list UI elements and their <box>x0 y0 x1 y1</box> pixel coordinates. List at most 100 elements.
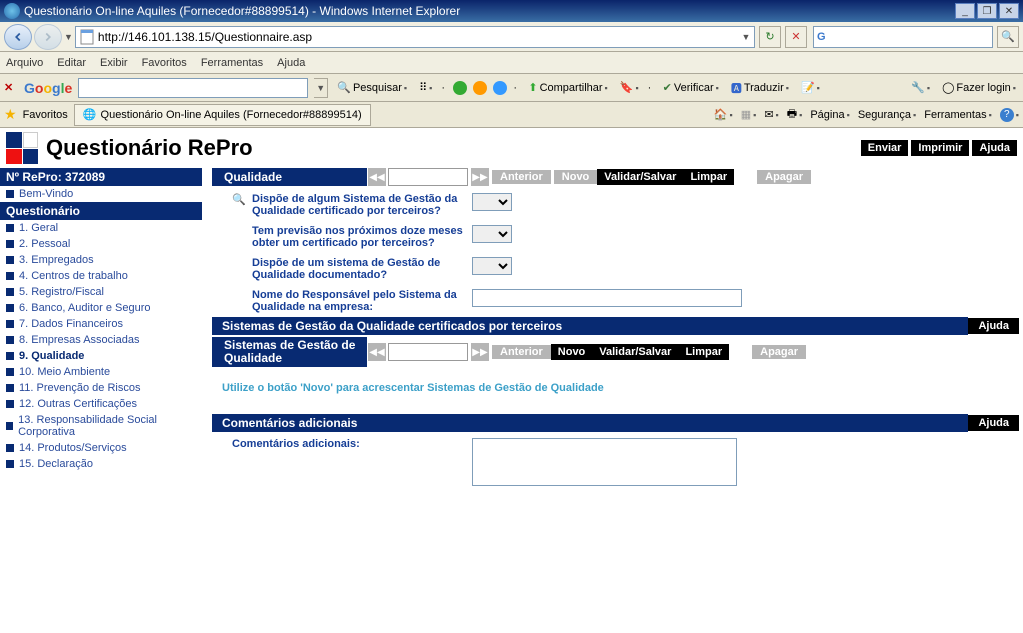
login-button[interactable]: ◯ Fazer login▪ <box>939 81 1019 94</box>
sidebar-item-10[interactable]: 10. Meio Ambiente <box>0 364 202 380</box>
sidebar-item-12[interactable]: 12. Outras Certificações <box>0 396 202 412</box>
sidebar-welcome[interactable]: Bem-Vindo <box>0 186 202 202</box>
home-button[interactable]: 🏠▪ <box>714 108 733 121</box>
sidebar-item-11[interactable]: 11. Prevenção de Riscos <box>0 380 202 396</box>
verify-button[interactable]: ✔Verificar▪ <box>660 81 722 94</box>
sgq-anterior-button[interactable]: Anterior <box>492 345 551 359</box>
sgq-novo-button[interactable]: Novo <box>551 344 593 360</box>
browser-tab[interactable]: 🌐 Questionário On-line Aquiles (Forneced… <box>74 104 371 126</box>
dot-orange-icon[interactable] <box>473 81 487 95</box>
certificados-ajuda-button[interactable]: Ajuda <box>968 318 1019 334</box>
share-button[interactable]: ⬆Compartilhar▪ <box>525 81 610 94</box>
translate-button[interactable]: 🅰Traduzir▪ <box>728 80 792 96</box>
favorites-bar: ★ Favoritos 🌐 Questionário On-line Aquil… <box>0 102 1023 128</box>
stop-button[interactable]: ✕ <box>785 26 807 48</box>
toolbar-more[interactable]: ⠿ ▪ <box>416 81 435 94</box>
help-menu[interactable]: ?▪ <box>1000 108 1019 122</box>
sidebar-section-label: Questionário <box>0 202 202 220</box>
send-button[interactable]: Enviar <box>861 140 909 156</box>
sidebar-item-5[interactable]: 5. Registro/Fiscal <box>0 284 202 300</box>
sidebar-item-1[interactable]: 1. Geral <box>0 220 202 236</box>
autofill-button[interactable]: 📝▪ <box>798 81 823 94</box>
sgq-limpar-button[interactable]: Limpar <box>678 344 729 360</box>
nav-toolbar: ▼ ▼ ↻ ✕ G 🔍 <box>0 22 1023 52</box>
comentarios-ajuda-button[interactable]: Ajuda <box>968 415 1019 431</box>
menu-exibir[interactable]: Exibir <box>100 57 128 69</box>
help-page-button[interactable]: Ajuda <box>972 140 1017 156</box>
forward-button[interactable] <box>34 24 62 50</box>
print-button[interactable]: 🖶▪ <box>787 105 803 124</box>
question-text: Dispõe de um sistema de Gestão de Qualid… <box>252 257 472 281</box>
wrench-button[interactable]: 🔧▪ <box>908 81 933 94</box>
google-search-input[interactable] <box>78 78 308 98</box>
sidebar-item-9[interactable]: 9. Qualidade <box>0 348 202 364</box>
sidebar-item-7[interactable]: 7. Dados Financeiros <box>0 316 202 332</box>
sgq-validar-button[interactable]: Validar/Salvar <box>592 344 678 360</box>
mail-button[interactable]: ✉▪ <box>764 108 778 121</box>
first-record-button[interactable]: ◀◀ <box>368 168 386 186</box>
favorites-label[interactable]: Favoritos <box>23 109 68 121</box>
refresh-button[interactable]: ↻ <box>759 26 781 48</box>
dot-blue-icon[interactable] <box>493 81 507 95</box>
sidebar-item-2[interactable]: 2. Pessoal <box>0 236 202 252</box>
record-nav-input[interactable] <box>388 168 468 186</box>
dot-green-icon[interactable] <box>453 81 467 95</box>
menu-editar[interactable]: Editar <box>57 57 86 69</box>
sidebar-item-13[interactable]: 13. Responsabilidade Social Corporativa <box>0 412 202 440</box>
address-dropdown[interactable]: ▼ <box>738 32 754 42</box>
sidebar-item-8[interactable]: 8. Empresas Associadas <box>0 332 202 348</box>
tools-menu[interactable]: Ferramentas▪ <box>924 109 992 121</box>
sgq-title: Sistemas de Gestão de Qualidade <box>212 337 367 367</box>
search-go-button[interactable]: 🔍 <box>997 26 1019 48</box>
last-record-button[interactable]: ▶▶ <box>471 168 489 186</box>
page-menu[interactable]: Página▪ <box>810 109 849 121</box>
close-button[interactable]: ✕ <box>999 3 1019 19</box>
browser-search-input[interactable] <box>829 30 992 44</box>
apagar-button[interactable]: Apagar <box>757 170 811 184</box>
sgq-first-button[interactable]: ◀◀ <box>368 343 386 361</box>
feeds-button[interactable]: ▦▪ <box>741 108 757 121</box>
sidebar-item-3[interactable]: 3. Empregados <box>0 252 202 268</box>
toolbar-close[interactable]: ✕ <box>4 81 18 94</box>
limpar-button[interactable]: Limpar <box>683 169 734 185</box>
menu-ajuda[interactable]: Ajuda <box>277 57 305 69</box>
sidebar-item-6[interactable]: 6. Banco, Auditor e Seguro <box>0 300 202 316</box>
comentarios-textarea[interactable] <box>472 438 737 486</box>
security-menu[interactable]: Segurança▪ <box>858 109 916 121</box>
menu-ferramentas[interactable]: Ferramentas <box>201 57 263 69</box>
sgq-record-input[interactable] <box>388 343 468 361</box>
address-input[interactable] <box>98 27 738 47</box>
restore-button[interactable]: ❐ <box>977 3 997 19</box>
sgq-apagar-button[interactable]: Apagar <box>752 345 806 359</box>
question-select-3[interactable] <box>472 257 512 275</box>
google-search-dropdown[interactable]: ▼ <box>314 78 328 98</box>
menu-favoritos[interactable]: Favoritos <box>142 57 187 69</box>
favorites-star-icon[interactable]: ★ <box>4 106 17 123</box>
minimize-button[interactable]: _ <box>955 3 975 19</box>
qualidade-title: Qualidade <box>212 168 367 186</box>
menu-arquivo[interactable]: Arquivo <box>6 57 43 69</box>
sgq-hint: Utilize o botão 'Novo' para acrescentar … <box>212 370 1019 414</box>
validar-button[interactable]: Validar/Salvar <box>597 169 683 185</box>
question-row-3: Dispõe de um sistema de Gestão de Qualid… <box>212 253 1019 285</box>
sidebar-item-15[interactable]: 15. Declaração <box>0 456 202 472</box>
comentarios-row: Comentários adicionais: <box>212 432 1019 490</box>
question-select-2[interactable] <box>472 225 512 243</box>
question-input-4[interactable] <box>472 289 742 307</box>
print-page-button[interactable]: Imprimir <box>911 140 969 156</box>
bookmarks-button[interactable]: 🔖▪ <box>617 81 642 94</box>
nav-history-dropdown[interactable]: ▼ <box>64 32 73 42</box>
anterior-button[interactable]: Anterior <box>492 170 551 184</box>
question-select-1[interactable] <box>472 193 512 211</box>
sidebar-item-4[interactable]: 4. Centros de trabalho <box>0 268 202 284</box>
sgq-last-button[interactable]: ▶▶ <box>471 343 489 361</box>
sidebar-item-14[interactable]: 14. Produtos/Serviços <box>0 440 202 456</box>
back-button[interactable] <box>4 24 32 50</box>
google-search-button[interactable]: 🔍Pesquisar▪ <box>334 81 410 94</box>
question-text: Dispõe de algum Sistema de Gestão da Qua… <box>252 193 472 217</box>
content-area: Qualidade ◀◀ ▶▶ Anterior Novo Validar/Sa… <box>202 168 1023 490</box>
google-toolbar: ✕ Google ▼ 🔍Pesquisar▪ ⠿ ▪ · · ⬆Comparti… <box>0 74 1023 102</box>
novo-button[interactable]: Novo <box>554 170 598 184</box>
question-row-2: Tem previsão nos próximos doze meses obt… <box>212 221 1019 253</box>
question-text: Tem previsão nos próximos doze meses obt… <box>252 225 472 249</box>
